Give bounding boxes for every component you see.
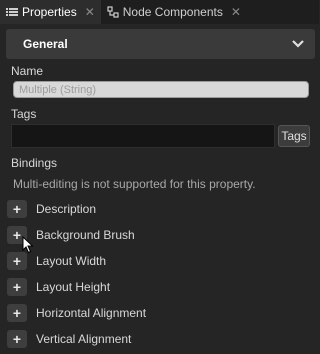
binding-background-brush: + Background Brush (7, 224, 307, 246)
binding-label: Horizontal Alignment (36, 306, 147, 320)
bindings-label: Bindings (11, 156, 58, 170)
mouse-cursor-icon (22, 236, 34, 254)
tab-node-components-label: Node Components (122, 5, 223, 19)
binding-label: Vertical Alignment (36, 332, 132, 346)
add-binding-button[interactable]: + (7, 252, 27, 270)
add-binding-button[interactable]: + (7, 200, 27, 218)
close-icon[interactable]: ✕ (85, 5, 95, 19)
list-icon (6, 8, 18, 16)
name-field[interactable]: Multiple (String) (13, 81, 309, 98)
tab-properties-label: Properties (22, 5, 77, 19)
tab-properties[interactable]: Properties ✕ (0, 0, 101, 24)
binding-layout-width: + Layout Width (7, 250, 307, 272)
tab-bar: Properties ✕ Node Components ✕ (0, 0, 319, 24)
binding-label: Description (36, 202, 97, 216)
name-label: Name (11, 64, 44, 78)
properties-panel: General Name Multiple (String) Tags Tags… (2, 24, 319, 354)
binding-vertical-alignment: + Vertical Alignment (7, 328, 307, 350)
close-icon[interactable]: ✕ (231, 5, 241, 19)
add-binding-button[interactable]: + (7, 330, 27, 348)
components-icon (107, 6, 119, 18)
multi-edit-note: Multi-editing is not supported for this … (13, 177, 256, 191)
add-binding-button[interactable]: + (7, 304, 27, 322)
tags-label: Tags (11, 107, 37, 121)
binding-label: Layout Height (36, 280, 111, 294)
binding-description: + Description (7, 198, 307, 220)
section-title: General (23, 37, 68, 51)
add-binding-button[interactable]: + (7, 278, 27, 296)
tab-node-components[interactable]: Node Components ✕ (101, 0, 247, 24)
tags-button[interactable]: Tags (278, 125, 310, 147)
binding-horizontal-alignment: + Horizontal Alignment (7, 302, 307, 324)
binding-label: Layout Width (36, 254, 107, 268)
tags-input[interactable] (11, 124, 275, 148)
binding-label: Background Brush (36, 228, 135, 242)
general-section-header[interactable]: General (6, 29, 315, 59)
chevron-down-icon[interactable] (291, 37, 305, 51)
binding-layout-height: + Layout Height (7, 276, 307, 298)
